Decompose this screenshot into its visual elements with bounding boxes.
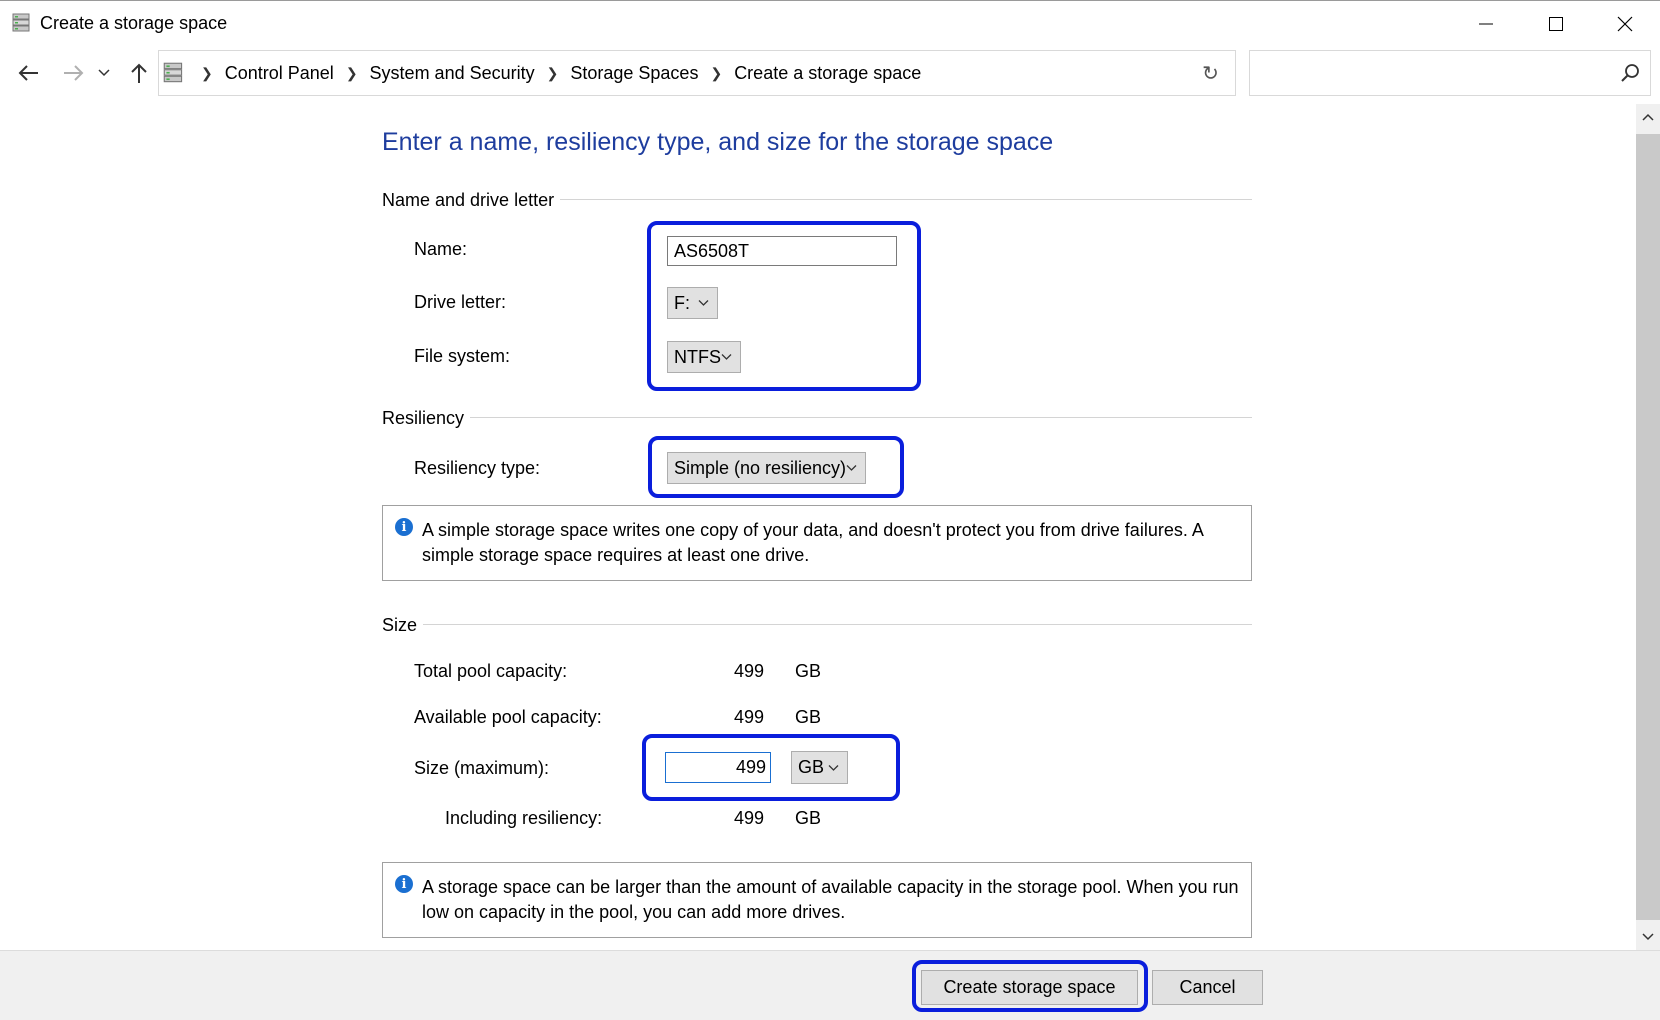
group-title-name: Name and drive letter [382,190,561,211]
address-bar[interactable]: ❯ Control Panel ❯ System and Security ❯ … [158,50,1322,96]
storage-spaces-icon [12,13,30,32]
back-arrow-icon [18,65,38,81]
up-arrow-icon [131,63,147,83]
forward-arrow-icon [64,65,84,81]
maximize-button[interactable] [1521,1,1591,47]
size-maximum-label: Size (maximum): [414,758,550,778]
name-label: Name: [414,239,468,259]
up-button[interactable] [122,56,156,90]
breadcrumb-create-storage-space[interactable]: Create a storage space [728,63,927,84]
window-title: Create a storage space [40,13,228,33]
minimize-icon [1479,23,1493,25]
highlight-annotation [912,960,1148,1012]
group-title-size: Size [382,615,424,636]
group-title-resiliency: Resiliency [382,408,471,429]
highlight-annotation [648,436,904,498]
highlight-annotation [647,221,921,391]
close-icon [1617,16,1633,32]
search-icon [1621,64,1639,82]
size-info-text: A storage space can be larger than the a… [422,877,1239,922]
maximize-icon [1549,17,1563,31]
breadcrumb-separator[interactable]: ❯ [704,65,728,82]
search-input[interactable] [1249,50,1651,96]
info-icon: i [395,875,413,893]
file-system-label: File system: [414,346,511,366]
total-pool-capacity-unit: GB [795,661,822,681]
title-bar: Create a storage space [0,0,1660,46]
resiliency-type-label: Resiliency type: [414,458,541,478]
breadcrumb-control-panel[interactable]: Control Panel [219,63,340,84]
minimize-button[interactable] [1451,1,1521,47]
size-info-box: i A storage space can be larger than the… [382,862,1252,938]
breadcrumb-separator[interactable]: ❯ [195,65,219,82]
footer-bar: Create storage space Cancel [0,950,1660,1020]
breadcrumb-separator[interactable]: ❯ [541,65,565,82]
chevron-down-icon [1642,933,1654,941]
recent-locations-button[interactable] [92,56,116,90]
breadcrumb-separator[interactable]: ❯ [340,65,364,82]
close-button[interactable] [1590,1,1660,47]
scroll-thumb[interactable] [1636,134,1660,920]
refresh-button[interactable]: ↻ [1186,50,1236,96]
including-resiliency-unit: GB [795,808,822,828]
refresh-icon: ↻ [1202,62,1219,85]
page-title: Enter a name, resiliency type, and size … [382,128,1054,156]
chevron-up-icon [1642,113,1654,121]
recent-chevron-icon [98,69,110,77]
resiliency-info-box: i A simple storage space writes one copy… [382,505,1252,581]
cancel-button[interactable]: Cancel [1152,970,1263,1005]
vertical-scrollbar[interactable] [1636,104,1660,950]
highlight-annotation [642,734,900,801]
navigation-bar: ❯ Control Panel ❯ System and Security ❯ … [0,46,1660,102]
drive-letter-label: Drive letter: [414,292,507,312]
scroll-up-button[interactable] [1636,104,1660,130]
available-pool-capacity-unit: GB [795,707,822,727]
available-pool-capacity-label: Available pool capacity: [414,707,602,727]
breadcrumb-storage-spaces[interactable]: Storage Spaces [564,63,704,84]
breadcrumb: ❯ Control Panel ❯ System and Security ❯ … [195,51,927,95]
storage-spaces-icon [163,62,183,83]
info-icon: i [395,518,413,536]
including-resiliency-value: 499 [734,808,765,828]
available-pool-capacity-value: 499 [734,707,765,727]
including-resiliency-label: Including resiliency: [445,808,603,828]
forward-button[interactable] [56,56,90,90]
breadcrumb-system-and-security[interactable]: System and Security [364,63,541,84]
total-pool-capacity-label: Total pool capacity: [414,661,568,681]
scroll-down-button[interactable] [1636,924,1660,950]
back-button[interactable] [12,56,46,90]
total-pool-capacity-value: 499 [734,661,765,681]
resiliency-info-text: A simple storage space writes one copy o… [422,520,1203,565]
group-divider [382,417,1252,418]
group-divider [382,624,1252,625]
